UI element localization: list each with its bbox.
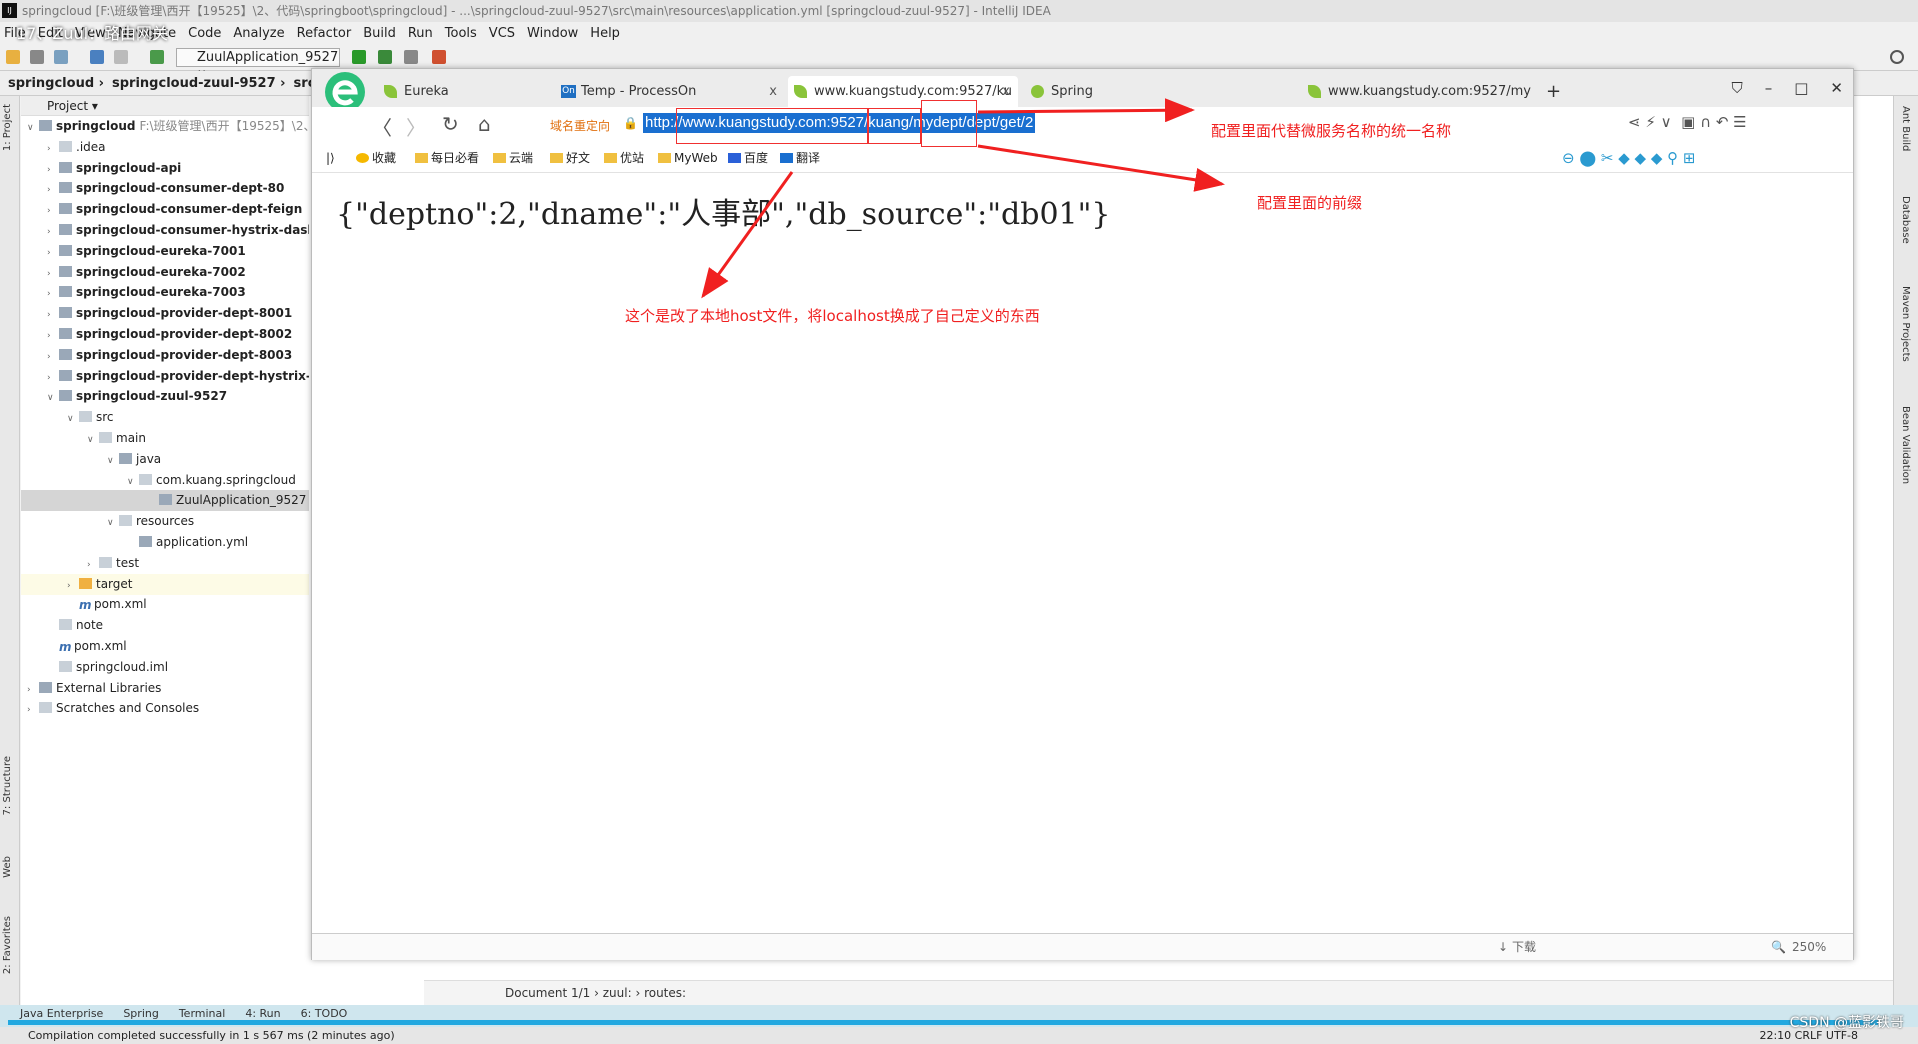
- annotation-service-name: 配置里面代替微服务名称的统一名称: [1211, 122, 1452, 140]
- annotation-host: 这个是改了本地host文件，将localhost换成了自己定义的东西: [625, 307, 1040, 325]
- arrow-service: [977, 98, 1195, 123]
- annotation-arrows: [701, 98, 1225, 299]
- annotation-prefix: 配置里面的前缀: [1257, 194, 1363, 212]
- arrow-host: [701, 171, 794, 299]
- arrow-prefix: [977, 144, 1225, 192]
